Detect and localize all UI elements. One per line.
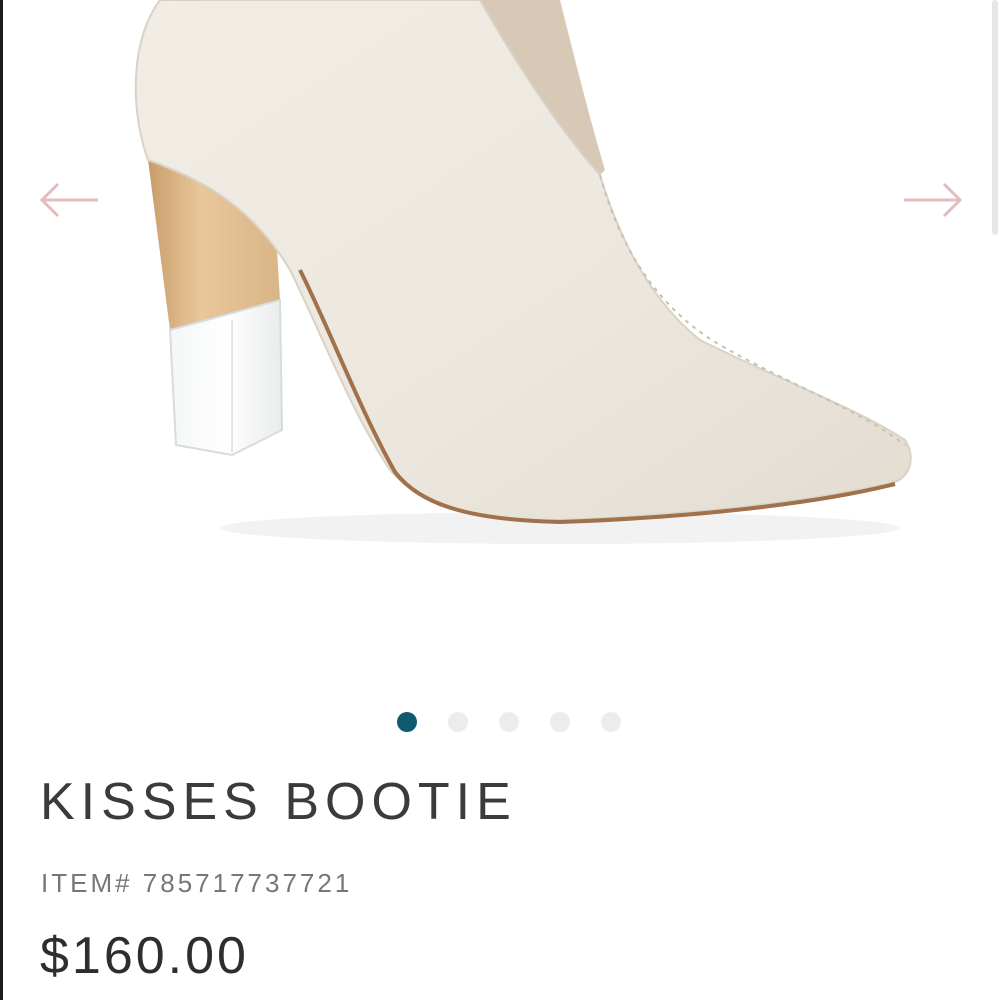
arrow-left-icon[interactable] [38,180,102,220]
carousel-dot-1[interactable] [397,712,417,732]
product-title: KISSES BOOTIE [40,773,517,831]
price: $160.00 [40,927,249,985]
carousel-dot-5[interactable] [601,712,621,732]
carousel-dot-4[interactable] [550,712,570,732]
product-image[interactable] [0,0,1000,620]
arrow-right-icon[interactable] [900,180,964,220]
carousel-dot-2[interactable] [448,712,468,732]
item-number: ITEM# 785717737721 [41,868,353,898]
carousel-dot-3[interactable] [499,712,519,732]
carousel-dots [397,712,621,732]
